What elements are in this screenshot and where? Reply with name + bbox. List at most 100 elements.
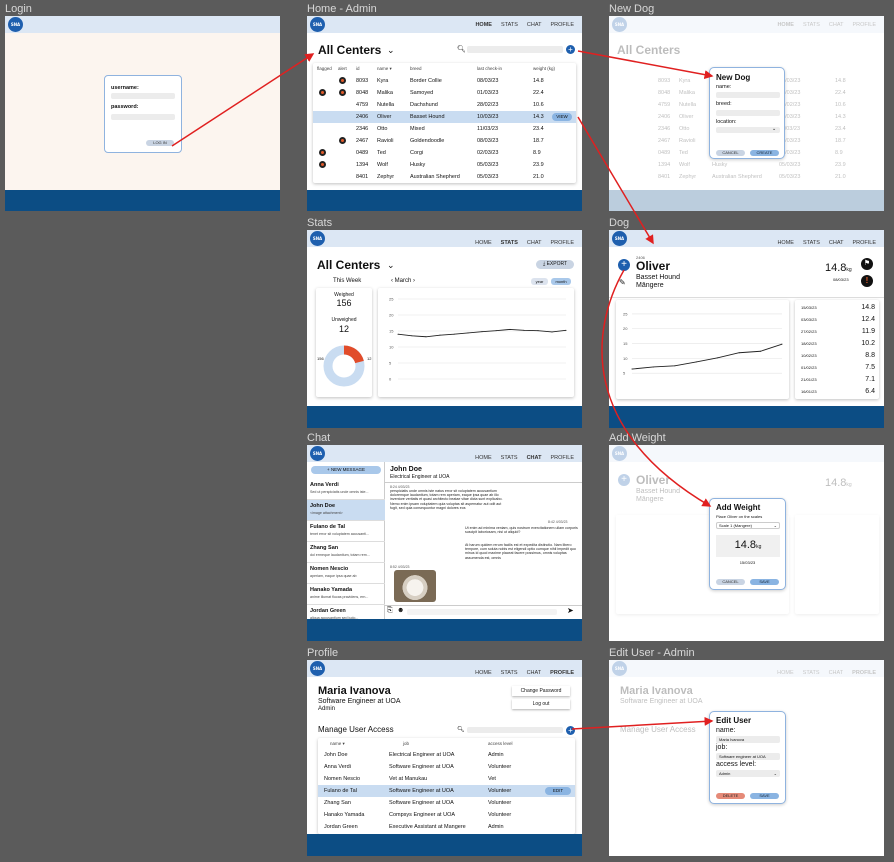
table-row[interactable]: Hanako Yamada Compsys Engineer at UOA Volu… (318, 809, 575, 821)
alert-icon[interactable] (339, 77, 346, 84)
table-row[interactable]: 2346 Otto Mixed 11/03/23 23.4 (313, 123, 576, 135)
login-button[interactable]: LOG IN (146, 140, 174, 146)
password-field[interactable] (111, 114, 175, 120)
table-row[interactable]: 8093 Kyra Border Collie 08/03/23 14.8 (313, 75, 576, 87)
add-user-icon[interactable]: + (566, 726, 575, 735)
table-row[interactable]: 4759 Nutella Dachshund 28/02/23 10.6 (313, 99, 576, 111)
save-button[interactable]: SAVE (750, 579, 779, 585)
nav-profile[interactable]: PROFILE (550, 240, 574, 246)
add-dog-icon[interactable]: + (566, 45, 575, 54)
new-message-label: NEW MESSAGE (330, 467, 365, 472)
nav-stats[interactable]: STATS (501, 240, 518, 246)
nav-home[interactable]: HOME (475, 455, 492, 461)
alert-icon[interactable] (339, 137, 346, 144)
nav-stats[interactable]: STATS (803, 240, 820, 246)
contact-item[interactable]: Hanako Yamada anime illumat flucas pravid… (307, 584, 385, 605)
attachment-icon[interactable]: ⎘ (387, 607, 393, 615)
delete-button[interactable]: DELETE (716, 793, 745, 799)
create-button[interactable]: CREATE (750, 150, 779, 156)
table-row[interactable]: Jordan Green Executive Assistant at Mange… (318, 821, 575, 833)
emoji-icon[interactable]: ☻ (397, 607, 404, 614)
add-weight-icon[interactable]: + (618, 259, 630, 271)
cell-name: Nomen Nescio (324, 776, 361, 782)
cancel-button[interactable]: CANCEL (716, 579, 745, 585)
contact-item[interactable]: Nomen Nescio aperiam, eaque ipsa quae ab (307, 563, 385, 584)
table-row[interactable]: 2467 Ravioli Goldendoodle 08/03/23 18.7 (313, 135, 576, 147)
weight-line-chart: 25 20 15 10 5 (623, 311, 783, 376)
nav-profile[interactable]: PROFILE (550, 670, 574, 676)
nav-chat[interactable]: CHAT (527, 240, 542, 246)
cell-date: 02/03/23 (477, 150, 499, 156)
nav-stats[interactable]: STATS (501, 22, 518, 28)
save-button[interactable]: SAVE (750, 793, 779, 799)
new-message-button[interactable]: + NEW MESSAGE (311, 466, 381, 474)
alert-icon[interactable]: ! (861, 275, 873, 287)
flag-icon[interactable]: ⚑ (861, 258, 873, 270)
weekly-summary-card: Weighed 156 Unweighed 12 156 12 (316, 288, 372, 397)
flag-icon[interactable] (319, 161, 326, 168)
table-row[interactable]: John Doe Electrical Engineer at UOA Admin (318, 749, 575, 761)
table-row[interactable]: 8401 Zephyr Australian Shepherd 05/03/23 21.… (313, 171, 576, 183)
scale-select[interactable]: Scale 1 (Mangere) ⌄ (716, 522, 780, 529)
location-select[interactable] (716, 127, 780, 133)
nav-home[interactable]: HOME (475, 670, 492, 676)
contact-item[interactable]: Zhang San dol ermeque laudantium, totam r… (307, 542, 385, 563)
nav-home[interactable]: HOME (777, 240, 794, 246)
breed-field[interactable] (716, 110, 780, 116)
search-input[interactable] (467, 727, 563, 733)
chevron-down-icon[interactable]: ⌄ (387, 45, 395, 56)
table-row[interactable]: 1394 Wolf Husky 05/03/23 23.9 (313, 159, 576, 171)
alert-icon[interactable] (339, 89, 346, 96)
chat-header: John Doe Electrical Engineer at UOA (385, 462, 582, 483)
export-button[interactable]: ⤓ EXPORT (536, 260, 574, 269)
flag-icon[interactable] (319, 149, 326, 156)
toggle-month[interactable]: month (551, 278, 571, 285)
table-row[interactable]: 8048 Malika Samoyed 01/03/23 22.4 (313, 87, 576, 99)
cancel-button[interactable]: CANCEL (716, 150, 745, 156)
logout-button[interactable]: Log out (512, 699, 570, 709)
nav-profile[interactable]: PROFILE (550, 22, 574, 28)
contact-item[interactable]: Anna Verdi Sed ut perspiciatis unde omnis… (307, 479, 385, 500)
nav-chat[interactable]: CHAT (527, 455, 542, 461)
edit-button[interactable]: EDIT (545, 787, 571, 795)
username-field[interactable] (111, 93, 175, 99)
contact-item[interactable]: Fulano de Tal tenet error sit voluptatem … (307, 521, 385, 542)
table-row[interactable]: Anna Verdi Software Engineer at UOA Volunt… (318, 761, 575, 773)
nav-home[interactable]: HOME (475, 240, 492, 246)
chevron-right-icon[interactable]: › (411, 278, 415, 284)
chevron-down-icon[interactable]: ⌄ (387, 260, 395, 271)
access-select[interactable]: Admin ⌄ (716, 770, 780, 777)
nav-chat[interactable]: CHAT (829, 240, 844, 246)
col-name[interactable]: name ▾ (377, 63, 392, 75)
toggle-year[interactable]: year (531, 278, 548, 285)
nav-profile[interactable]: PROFILE (550, 455, 574, 461)
table-row[interactable]: 0489 Ted Corgi 02/03/23 8.9 (313, 147, 576, 159)
name-field[interactable]: Maria Ivanova (716, 736, 780, 743)
weight-history-row: 15/03/23 14.8 (795, 302, 879, 314)
edit-pencil-icon[interactable]: ✎ (619, 278, 626, 287)
table-row[interactable]: Zhang San Software Engineer at UOA Volunte… (318, 797, 575, 809)
table-row[interactable]: Nomen Nescio Vet at Manukau Vet (318, 773, 575, 785)
name-field[interactable] (716, 92, 780, 98)
nav-profile[interactable]: PROFILE (852, 240, 876, 246)
cell-name: Zephyr (377, 174, 395, 180)
job-field[interactable]: Software engineer at UOA (716, 753, 780, 760)
nav-stats[interactable]: STATS (501, 670, 518, 676)
table-row[interactable]: 2406 Oliver Basset Hound 10/03/23 14.3 VIEW (313, 111, 576, 123)
message-input[interactable] (407, 609, 557, 615)
search-input[interactable] (467, 46, 563, 53)
month-selector[interactable]: ‹ March › (391, 278, 415, 284)
table-row[interactable]: Fulano de Tal Software Engineer at UOA Vol… (318, 785, 575, 797)
flag-icon[interactable] (319, 89, 326, 96)
view-button[interactable]: VIEW (552, 113, 572, 121)
nav-stats[interactable]: STATS (501, 455, 518, 461)
nav-chat[interactable]: CHAT (527, 670, 542, 676)
nav-home[interactable]: HOME (475, 22, 492, 28)
change-password-button[interactable]: Change Password (512, 686, 570, 696)
nav-chat[interactable]: CHAT (527, 22, 542, 28)
send-icon[interactable]: ➤ (567, 606, 574, 615)
breed-label: breed: (716, 101, 732, 107)
history-date: 27/02/23 (801, 329, 817, 334)
contact-item[interactable]: John Doe <image attachment> (307, 500, 385, 521)
cell-id: 0489 (356, 150, 369, 156)
